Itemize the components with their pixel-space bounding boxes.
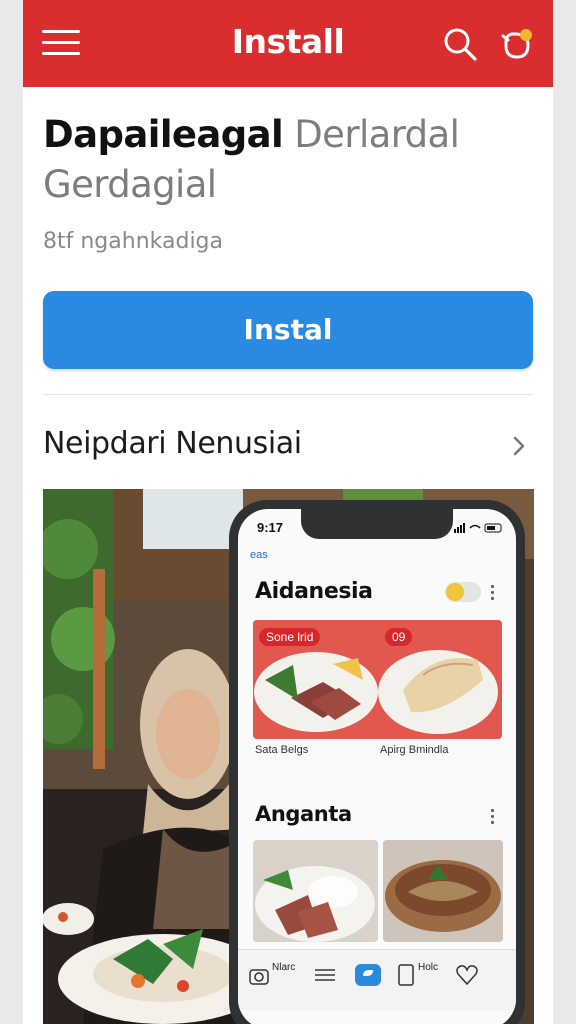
phone-mockup: 9:17 eas Aidanesia Sone lrid 09 Sata Bel… [229,500,525,1024]
bell-badge-icon[interactable] [499,26,535,62]
woman-photo [43,489,243,1024]
card-caption: Sata Belgs [255,744,309,756]
section-row[interactable]: Neipdari Nenusiai [43,424,533,468]
phone-time: 9:17 [257,520,284,535]
search-icon[interactable] [442,26,478,62]
featured-food-card[interactable]: Sone lrid 09 [253,620,502,739]
phone-icon[interactable] [396,960,416,990]
card-badge: 09 [385,628,413,646]
phone-screen: 9:17 eas Aidanesia Sone lrid 09 Sata Bel… [238,509,516,1024]
food-image [253,840,378,942]
promo-image: 9:17 eas Aidanesia Sone lrid 09 Sata Bel… [43,489,534,1024]
divider [43,394,533,395]
phone-section-title: Anganta [255,802,352,826]
heart-icon[interactable] [454,960,480,990]
toggle-switch[interactable] [445,582,481,602]
card-badge: Sone lrid [259,628,321,646]
more-options-icon[interactable] [491,583,495,601]
camera-icon[interactable] [248,960,270,990]
app-subtitle: 8tf ngahnkadiga [43,229,223,254]
food-image [383,840,503,942]
install-button[interactable]: Instal [43,291,533,369]
status-icons [454,523,502,533]
chevron-right-icon [513,436,525,456]
list-icon[interactable] [312,960,338,990]
app-screen: Install Dapaileagal Derlardal Gerdagial … [23,0,553,1024]
card-caption: Apirg Bmindla [380,744,449,756]
app-title: Dapaileagal Derlardal Gerdagial [43,110,523,210]
more-options-icon[interactable] [491,807,495,825]
chat-icon[interactable] [353,960,383,990]
section-label: Neipdari Nenusiai [43,426,302,461]
tab-label[interactable]: Holc [418,962,438,973]
app-title-bold: Dapaileagal [43,113,284,156]
tab-label[interactable]: Nlarc [272,962,295,973]
food-tile[interactable] [383,840,503,942]
phone-notch [301,509,453,539]
back-link[interactable]: eas [250,549,268,561]
top-bar: Install [23,0,553,87]
bottom-tab-bar: Nlarc Holc [238,949,516,1010]
phone-app-title: Aidanesia [255,579,373,604]
food-tile[interactable] [253,840,378,942]
